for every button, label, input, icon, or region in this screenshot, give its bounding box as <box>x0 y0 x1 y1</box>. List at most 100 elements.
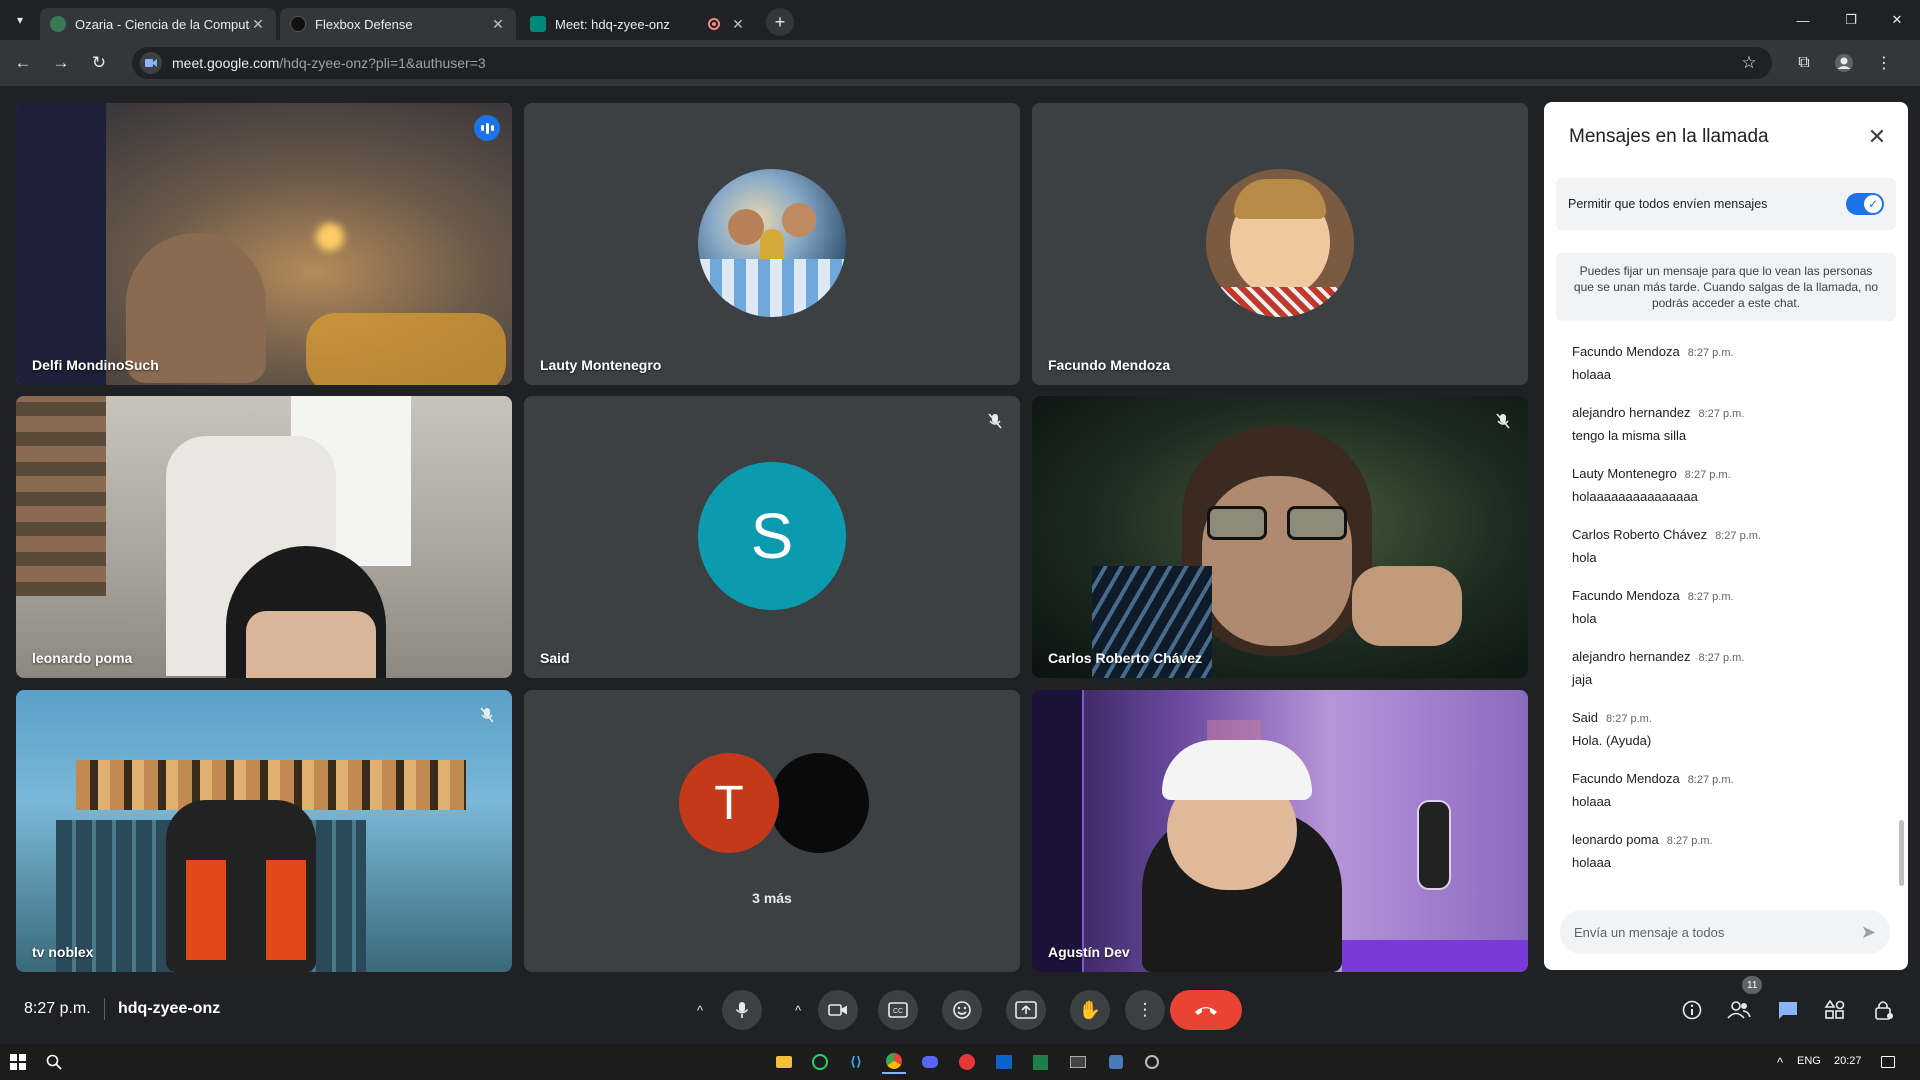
message-sender: Facundo Mendoza <box>1572 344 1680 359</box>
system-clock[interactable]: 20:27 <box>1834 1055 1862 1067</box>
chrome-icon[interactable] <box>882 1050 906 1074</box>
tray-chevron-icon[interactable]: ^ <box>1768 1050 1792 1074</box>
message-time: 8:27 p.m. <box>1606 713 1652 725</box>
camera-button[interactable] <box>818 990 858 1030</box>
notifications-icon[interactable] <box>1876 1050 1900 1074</box>
list-item: Facundo Mendoza 8:27 p.m. hola <box>1572 588 1892 649</box>
browser-menu-icon[interactable]: ⋮ <box>1864 43 1904 83</box>
microphone-button[interactable] <box>722 990 762 1030</box>
message-time: 8:27 p.m. <box>1666 835 1713 847</box>
message-text: holaaaaaaaaaaaaaaa <box>1572 489 1698 504</box>
file-explorer-icon[interactable] <box>772 1050 796 1074</box>
tab-close-icon[interactable]: ✕ <box>730 16 746 33</box>
search-icon[interactable] <box>42 1050 66 1074</box>
bookmark-star-icon[interactable]: ☆ <box>1734 53 1764 73</box>
leave-call-button[interactable] <box>1170 990 1242 1030</box>
message-time: 8:27 p.m. <box>1687 774 1734 786</box>
reload-icon[interactable]: ↻ <box>82 46 116 80</box>
participant-tile-lauty[interactable]: Lauty Montenegro <box>524 103 1020 385</box>
browser-tab-bar: ▾ Ozaria - Ciencia de la Computa ✕ Flexb… <box>0 0 1920 40</box>
raise-hand-button[interactable]: ✋ <box>1070 990 1110 1030</box>
participant-tile-tv-noblex[interactable]: tv noblex <box>16 690 512 972</box>
terminal-icon[interactable] <box>1066 1050 1090 1074</box>
present-screen-button[interactable] <box>1006 990 1046 1030</box>
people-button[interactable] <box>1719 990 1759 1030</box>
profile-avatar[interactable] <box>1824 43 1864 83</box>
people-icon <box>1727 1001 1751 1019</box>
participant-tile-more[interactable]: T 3 más <box>524 690 1020 972</box>
info-icon <box>1682 1000 1702 1020</box>
message-time: 8:27 p.m. <box>1715 530 1761 542</box>
message-sender: Said <box>1572 710 1599 725</box>
allow-messages-toggle[interactable] <box>1846 193 1884 215</box>
video-person-face <box>1202 476 1352 646</box>
minimize-icon[interactable]: — <box>1780 0 1826 40</box>
video-overlay-frame <box>1032 690 1084 972</box>
extensions-icon[interactable]: ⧉ <box>1784 43 1824 83</box>
app-icon[interactable] <box>1104 1050 1128 1074</box>
activities-icon <box>1824 1000 1845 1019</box>
close-icon[interactable]: ✕ <box>1860 120 1894 154</box>
restore-icon[interactable]: ❐ <box>1828 0 1874 40</box>
list-item: Facundo Mendoza 8:27 p.m. holaaa <box>1572 771 1892 832</box>
lock-person-icon <box>1875 1001 1893 1020</box>
participant-tile-leonardo[interactable]: leonardo poma <box>16 396 512 678</box>
message-time: 8:27 p.m. <box>1698 408 1745 420</box>
chat-message-list: Facundo Mendoza 8:27 p.m. holaaa alejandr… <box>1572 344 1892 893</box>
video-person-face <box>246 611 376 678</box>
tab-title: Meet: hdq-zyee-onz <box>555 16 670 32</box>
close-window-icon[interactable]: ✕ <box>1874 0 1920 40</box>
url-text[interactable]: meet.google.com/hdq-zyee-onz?pli=1&authu… <box>172 55 1734 71</box>
emoji-button[interactable] <box>942 990 982 1030</box>
participant-tile-agustin[interactable]: Agustín Dev <box>1032 690 1528 972</box>
youtube-icon[interactable] <box>955 1050 979 1074</box>
browser-tab-meet[interactable]: Meet: hdq-zyee-onz ✕ <box>520 8 756 40</box>
send-icon[interactable]: ➤ <box>1861 922 1876 943</box>
site-info-icon[interactable] <box>140 52 162 74</box>
video-overlay-bar <box>1342 940 1528 972</box>
outlook-icon[interactable] <box>992 1050 1016 1074</box>
address-bar[interactable]: meet.google.com/hdq-zyee-onz?pli=1&authu… <box>132 47 1772 79</box>
mic-off-icon <box>1492 410 1514 432</box>
participant-tile-said[interactable]: S Said <box>524 396 1020 678</box>
chat-message-input[interactable] <box>1574 924 1861 940</box>
audio-options-chevron-icon[interactable]: ^ <box>685 990 715 1030</box>
message-text: hola <box>1572 550 1597 565</box>
browser-tab-flexbox[interactable]: Flexbox Defense ✕ <box>280 8 516 40</box>
host-controls-button[interactable] <box>1864 990 1904 1030</box>
chat-scrollbar[interactable] <box>1899 820 1904 886</box>
language-indicator[interactable]: ENG <box>1797 1055 1821 1067</box>
captions-button[interactable]: CC <box>878 990 918 1030</box>
tab-search-dropdown-icon[interactable]: ▾ <box>0 0 40 40</box>
windows-start-icon[interactable] <box>6 1050 30 1074</box>
avatar: T <box>679 753 779 853</box>
hand-icon: ✋ <box>1078 999 1102 1020</box>
vscode-icon[interactable]: ⟨⟩ <box>844 1050 868 1074</box>
new-tab-button[interactable]: + <box>766 8 794 36</box>
chat-button[interactable] <box>1768 990 1808 1030</box>
url-path: /hdq-zyee-onz?pli=1&authuser=3 <box>279 55 486 71</box>
forward-icon[interactable]: → <box>44 46 78 80</box>
windows-taskbar: ⟨⟩ ^ ENG 20:27 <box>0 1044 1920 1080</box>
app-icon[interactable] <box>1140 1050 1164 1074</box>
activities-button[interactable] <box>1815 990 1855 1030</box>
tab-close-icon[interactable]: ✕ <box>490 16 506 33</box>
permission-label: Permitir que todos envíen mensajes <box>1568 197 1768 211</box>
participant-tile-delfi[interactable]: Delfi MondinoSuch <box>16 103 512 385</box>
discord-icon[interactable] <box>918 1050 942 1074</box>
browser-toolbar: ← → ↻ meet.google.com/hdq-zyee-onz?pli=1… <box>0 40 1920 86</box>
hang-up-icon <box>1195 1007 1217 1015</box>
back-icon[interactable]: ← <box>6 46 40 80</box>
message-sender: alejandro hernandez <box>1572 405 1691 420</box>
browser-tab-ozaria[interactable]: Ozaria - Ciencia de la Computa ✕ <box>40 8 276 40</box>
video-options-chevron-icon[interactable]: ^ <box>783 990 813 1030</box>
participant-tile-facundo[interactable]: Facundo Mendoza <box>1032 103 1528 385</box>
meeting-details-button[interactable] <box>1672 990 1712 1030</box>
excel-icon[interactable] <box>1028 1050 1052 1074</box>
whatsapp-icon[interactable] <box>808 1050 832 1074</box>
participant-name: Said <box>540 650 570 666</box>
tab-close-icon[interactable]: ✕ <box>250 16 266 33</box>
more-options-button[interactable]: ⋮ <box>1125 990 1165 1030</box>
chat-panel: Mensajes en la llamada ✕ Permitir que to… <box>1544 102 1908 970</box>
participant-tile-carlos[interactable]: Carlos Roberto Chávez <box>1032 396 1528 678</box>
